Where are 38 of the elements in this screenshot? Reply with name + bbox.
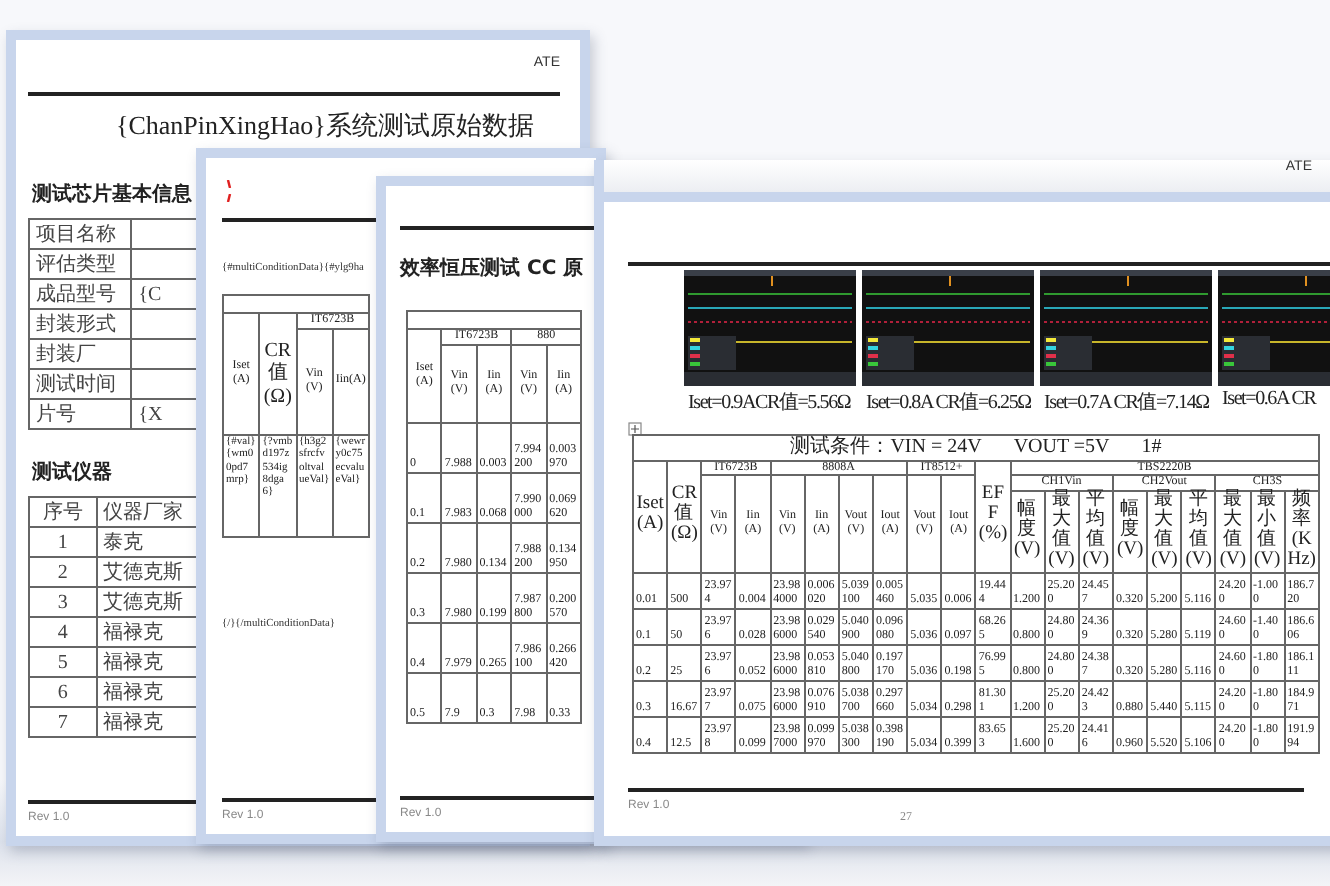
table-header-cell: 幅度(V): [1010, 491, 1045, 574]
table-cell: 项目名称: [29, 219, 132, 249]
table-header-cell: 测试条件：VIN = 24V VOUT =5V 1#: [633, 435, 1319, 460]
section-heading: 测试仪器: [32, 459, 112, 486]
figure-caption: Iset=0.7A CR值=7.14Ω: [1042, 390, 1211, 416]
table-header-cell: 序号: [29, 497, 97, 527]
table-cell: 7: [29, 707, 97, 737]
table-header-cell: 最小值(V): [1250, 491, 1285, 574]
table-header-cell: 平均值(V): [1078, 491, 1113, 574]
table-header-cell: CR值(Ω): [667, 460, 702, 574]
table-cell: 5: [29, 647, 97, 677]
table-cell: 2: [29, 557, 97, 587]
table-cell: 测试时间: [29, 369, 132, 399]
table-cell: 成品型号: [29, 279, 132, 309]
document-title: {ChanPinXingHao}系统测试原始数据: [116, 108, 534, 144]
table-header-cell: 幅度(V): [1112, 491, 1148, 574]
table-header-cell: 频率(KHz): [1284, 491, 1319, 574]
section-heading: 测试芯片基本信息: [32, 181, 192, 208]
table-header-cell: CR值(Ω): [259, 313, 296, 435]
figure-caption: Iset=0.6A CR: [1220, 388, 1319, 410]
table-cell: 评估类型: [29, 249, 132, 279]
figure-caption: Iset=0.9ACR值=5.56Ω: [686, 390, 853, 416]
figure-caption: Iset=0.8A CR值=6.25Ω: [864, 390, 1033, 416]
table-header-cell: 最大值(V): [1044, 491, 1079, 574]
table-header-cell: EFF(%): [975, 460, 1011, 574]
table-cell: 1: [29, 527, 97, 557]
table-header-cell: 最大值(V): [1147, 491, 1182, 574]
table-cell: 封装厂: [29, 339, 132, 369]
table-cell: 4: [29, 617, 97, 647]
table-cell: 片号: [29, 399, 132, 429]
section-heading: 效率恒压测试 CC 原: [400, 254, 584, 282]
table-cell: 封装形式: [29, 309, 132, 339]
table-header-cell: 最大值(V): [1215, 491, 1251, 574]
table-cell: 3: [29, 587, 97, 617]
table-header-cell: 平均值(V): [1181, 491, 1216, 574]
move-handle-icon[interactable]: [628, 422, 642, 436]
table-cell: 6: [29, 677, 97, 707]
table-header-cell: Iset(A): [633, 460, 668, 574]
